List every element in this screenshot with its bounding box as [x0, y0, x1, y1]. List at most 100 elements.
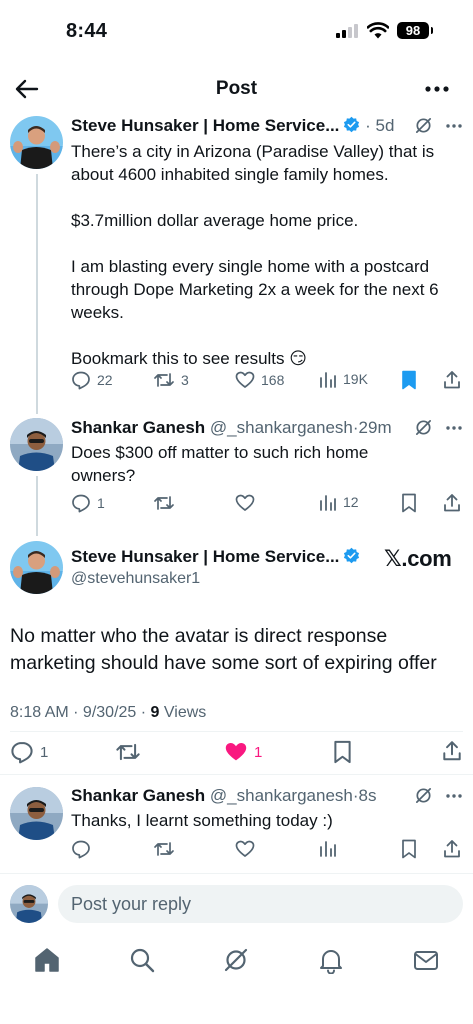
repost-button[interactable] — [115, 740, 141, 764]
grok-icon[interactable] — [414, 786, 433, 805]
share-button[interactable] — [441, 740, 463, 762]
bookmark-filled-icon — [402, 370, 416, 390]
like-button[interactable]: 1 — [224, 740, 262, 764]
thread-line — [36, 476, 38, 536]
views-button[interactable]: 19K — [319, 370, 368, 388]
share-icon — [444, 371, 460, 389]
divider — [0, 774, 473, 775]
bookmark-button[interactable] — [401, 370, 417, 390]
reply-icon — [72, 840, 90, 859]
post-actions — [71, 839, 463, 863]
reply-button[interactable]: 1 — [10, 740, 48, 764]
views-count: 12 — [343, 494, 359, 510]
heart-icon — [235, 494, 255, 511]
views-icon — [320, 841, 336, 857]
post-text: Does $300 off matter to such rich home o… — [71, 441, 393, 487]
bookmark-icon — [334, 740, 351, 764]
bookmark-button[interactable] — [401, 493, 417, 513]
grok-icon[interactable] — [414, 418, 433, 437]
bookmark-button[interactable] — [333, 740, 352, 764]
views-count: 19K — [343, 371, 368, 387]
repost-icon — [154, 496, 174, 510]
search-icon[interactable] — [128, 946, 156, 974]
heart-icon — [235, 371, 255, 388]
more-options-icon[interactable] — [445, 793, 463, 799]
bookmark-icon — [402, 493, 416, 513]
avatar[interactable] — [10, 541, 63, 594]
more-options-icon[interactable] — [424, 77, 450, 101]
bookmark-button[interactable] — [401, 839, 417, 859]
grok-icon[interactable] — [414, 116, 433, 135]
post-paragraph: There’s a city in Arizona (Paradise Vall… — [71, 142, 435, 184]
views-button[interactable]: 12 — [319, 493, 359, 511]
notifications-icon[interactable] — [317, 946, 345, 974]
messages-icon[interactable] — [412, 946, 440, 974]
post-time: 5d — [375, 116, 395, 135]
post-paragraph: Does $300 off matter to such rich home o… — [71, 443, 369, 485]
post-actions: 22 3 168 19K — [71, 370, 463, 394]
post-paragraph: Thanks, I learnt something today :) — [71, 811, 333, 830]
reply-count: 1 — [40, 743, 49, 761]
repost-icon — [116, 743, 140, 761]
author-name[interactable]: Shankar Ganesh — [71, 418, 205, 437]
post-time: 8s — [358, 786, 377, 805]
current-user-avatar — [10, 885, 48, 923]
bookmark-icon — [402, 839, 416, 859]
share-button[interactable] — [442, 839, 462, 859]
reply-count: 22 — [97, 372, 113, 388]
author-name[interactable]: Shankar Ganesh — [71, 786, 205, 805]
post-text: There’s a city in Arizona (Paradise Vall… — [71, 140, 457, 370]
post-paragraph: $3.7million dollar average home price. — [71, 211, 359, 230]
repost-count: 3 — [181, 372, 189, 388]
like-button[interactable] — [235, 839, 255, 859]
repost-icon — [154, 373, 174, 387]
repost-icon — [154, 842, 174, 856]
repost-button[interactable]: 3 — [153, 370, 189, 390]
like-count: 168 — [261, 372, 285, 388]
source-watermark: 𝕏.com — [384, 546, 452, 571]
reply-icon — [72, 494, 90, 513]
like-button[interactable]: 168 — [235, 370, 284, 390]
like-count: 1 — [254, 743, 263, 761]
main-post-actions: 1 1 — [10, 740, 463, 766]
page-header: Post — [0, 68, 473, 110]
repost-button[interactable] — [153, 839, 175, 859]
status-bar: 8:44 98 — [0, 0, 473, 62]
reply-button[interactable] — [71, 839, 91, 859]
share-button[interactable] — [442, 370, 462, 390]
divider — [10, 731, 463, 732]
reply-count: 1 — [97, 495, 105, 511]
grok-icon[interactable] — [222, 946, 250, 974]
main-post-author[interactable]: Steve Hunsaker | Home Service... — [71, 547, 360, 567]
reply-input[interactable]: Post your reply — [58, 885, 463, 923]
avatar[interactable] — [10, 418, 63, 471]
bottom-nav — [0, 938, 473, 982]
more-options-icon[interactable] — [445, 123, 463, 129]
like-button[interactable] — [235, 493, 255, 513]
author-handle[interactable]: @_shankarganesh — [210, 786, 353, 805]
verified-badge-icon — [344, 116, 360, 133]
share-button[interactable] — [442, 493, 462, 513]
post-paragraph: I am blasting every single home with a p… — [71, 257, 439, 322]
author-name[interactable]: Steve Hunsaker | Home Service... — [71, 116, 339, 135]
post-paragraph: Bookmark this to see results 😏 — [71, 349, 307, 368]
cellular-signal-icon — [336, 24, 360, 38]
author-handle[interactable]: @stevehunsaker1 — [71, 570, 200, 588]
avatar[interactable] — [10, 787, 63, 840]
timestamp-text: 8:18 AM · 9/30/25 · — [10, 704, 151, 721]
author-handle[interactable]: @_shankarganesh — [210, 418, 353, 437]
reply-button[interactable]: 22 — [71, 370, 113, 390]
more-options-icon[interactable] — [445, 425, 463, 431]
page-title: Post — [215, 78, 258, 99]
avatar[interactable] — [10, 116, 63, 169]
post-dot: · — [360, 116, 376, 135]
views-icon — [320, 372, 336, 388]
repost-button[interactable] — [153, 493, 175, 513]
reply-button[interactable]: 1 — [71, 493, 105, 513]
author-name[interactable]: Steve Hunsaker | Home Service... — [71, 547, 339, 566]
verified-badge-icon — [344, 547, 360, 564]
post-header: Shankar Ganesh @_shankarganesh·8s — [71, 786, 463, 810]
reply-icon — [72, 371, 90, 390]
home-icon[interactable] — [33, 946, 61, 974]
views-button[interactable] — [319, 839, 337, 857]
